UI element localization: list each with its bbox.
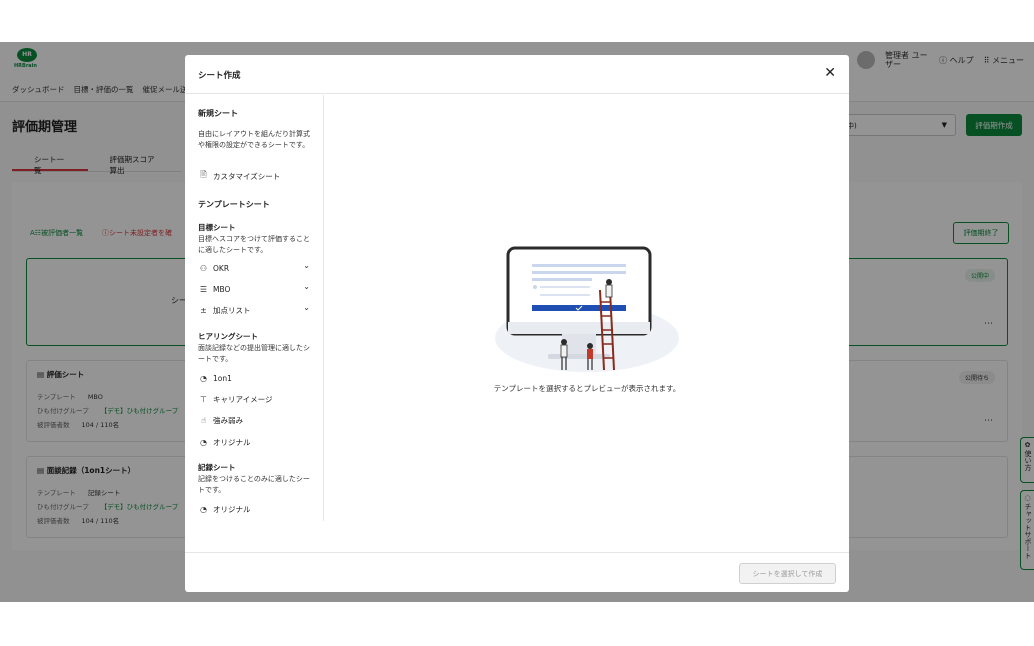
modal-title: シート作成 bbox=[198, 71, 241, 81]
option-label: OKR bbox=[213, 263, 230, 273]
new-sheet-heading: 新規シート bbox=[198, 109, 238, 118]
sheet-type-list: 新規シート 自由にレイアウトを組んだり計算式や権限の設定ができるシートです。 🗎… bbox=[185, 95, 324, 521]
option-label: 強み弱み bbox=[213, 415, 243, 425]
chat-bubble-icon: ◔ bbox=[200, 504, 207, 514]
template-option-1on1[interactable]: ◔ 1on1 bbox=[198, 371, 310, 385]
custom-sheet-option[interactable]: 🗎 カスタマイズシート bbox=[198, 169, 310, 183]
record-sheet-heading: 記録シート bbox=[198, 463, 236, 472]
option-label: オリジナル bbox=[213, 437, 251, 447]
template-option-original-hearing[interactable]: ◔ オリジナル bbox=[198, 435, 310, 449]
hearing-sheet-desc: 面談記録などの提出管理に適したシートです。 bbox=[198, 344, 310, 363]
option-label: 加点リスト bbox=[213, 305, 251, 315]
template-option-strengths[interactable]: ☝ 強み弱み bbox=[198, 413, 310, 427]
monitor-illustration bbox=[495, 246, 679, 372]
modal-header: シート作成 ✕ bbox=[185, 55, 849, 94]
option-label: オリジナル bbox=[213, 504, 251, 514]
create-sheet-button[interactable]: シートを選択して作成 bbox=[739, 563, 836, 584]
org-chart-icon: ⚇ bbox=[199, 263, 208, 273]
chevron-down-icon[interactable]: ⌄ bbox=[303, 282, 310, 291]
goal-sheet-heading: 目標シート bbox=[198, 223, 236, 232]
chevron-down-icon[interactable]: ⌄ bbox=[303, 303, 310, 312]
modal-footer: シートを選択して作成 bbox=[185, 552, 849, 592]
template-option-original-record[interactable]: ◔ オリジナル bbox=[198, 502, 310, 516]
create-sheet-modal: シート作成 ✕ 新規シート 自由にレイアウトを組んだり計算式や権限の設定ができる… bbox=[185, 55, 849, 592]
close-icon[interactable]: ✕ bbox=[824, 66, 836, 80]
new-sheet-desc: 自由にレイアウトを組んだり計算式や権限の設定ができるシートです。 bbox=[198, 130, 310, 149]
template-option-points[interactable]: ± 加点リスト ⌄ bbox=[198, 303, 310, 317]
template-sheet-heading: テンプレートシート bbox=[198, 200, 270, 209]
option-label: キャリアイメージ bbox=[213, 394, 273, 404]
preview-placeholder-text: テンプレートを選択するとプレビューが表示されます。 bbox=[493, 384, 681, 393]
template-option-mbo[interactable]: ☰ MBO ⌄ bbox=[198, 282, 310, 296]
checklist-icon: ☰ bbox=[199, 284, 208, 294]
goal-sheet-desc: 目標へスコアをつけて評価することに適したシートです。 bbox=[198, 235, 310, 254]
signpost-icon: ⊤ bbox=[200, 394, 207, 404]
thumbs-up-icon: ☝ bbox=[201, 415, 206, 425]
record-sheet-desc: 記録をつけることのみに適したシートです。 bbox=[198, 475, 310, 494]
template-option-okr[interactable]: ⚇ OKR ⌄ bbox=[198, 261, 310, 275]
chat-bubble-icon: ◔ bbox=[200, 373, 207, 383]
option-label: MBO bbox=[213, 284, 231, 294]
option-label: カスタマイズシート bbox=[213, 171, 281, 181]
chat-bubble-icon: ◔ bbox=[200, 437, 207, 447]
option-label: 1on1 bbox=[213, 373, 232, 383]
hearing-sheet-heading: ヒアリングシート bbox=[198, 332, 258, 341]
chevron-down-icon[interactable]: ⌄ bbox=[303, 261, 310, 270]
template-option-career[interactable]: ⊤ キャリアイメージ bbox=[198, 392, 310, 406]
list-plus-icon: ± bbox=[200, 305, 207, 315]
document-icon: 🗎 bbox=[200, 170, 207, 179]
